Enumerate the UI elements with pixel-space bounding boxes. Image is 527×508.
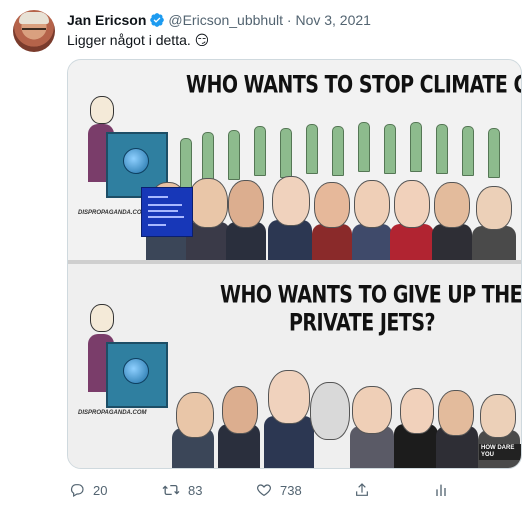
how-dare-you-badge: HOW DARE YOU (479, 444, 521, 460)
verified-badge-icon (149, 12, 165, 32)
watermark: DISPROPAGANDA.COM (78, 210, 147, 216)
raised-hand (410, 122, 422, 172)
politician-face (354, 180, 390, 228)
figure-suit (472, 226, 516, 260)
tweet-header: Jan Ericson @Ericson_ubbhult · Nov 3, 202… (67, 11, 371, 32)
figure-suit (268, 220, 312, 260)
politician-face (314, 182, 350, 228)
raised-hand (488, 128, 500, 178)
raised-hand (436, 124, 448, 174)
figure-suit (352, 224, 392, 260)
tweet-text: Ligger något i detta. 😏 (67, 32, 210, 48)
politician-face (434, 182, 470, 228)
politician-face (476, 186, 512, 230)
raised-hand (180, 138, 192, 188)
raised-hand (332, 126, 344, 176)
avatar[interactable] (13, 10, 55, 52)
laptop-screen (141, 187, 193, 237)
globe-icon (123, 148, 149, 174)
politician-face (272, 176, 310, 226)
figure-suit (312, 224, 352, 260)
tweet-media-image[interactable]: WHO WANTS TO STOP CLIMATE CHANGE? DISPRO… (67, 59, 522, 469)
globe-icon (123, 358, 149, 384)
meme-caption-bottom-line1: WHO WANTS TO GIVE UP THEIR (220, 281, 522, 309)
retweet-button[interactable]: 83 (162, 482, 202, 498)
politician-face (352, 386, 392, 434)
raised-hand (462, 126, 474, 176)
meme-caption-bottom-line2: PRIVATE JETS? (289, 309, 436, 337)
author-name[interactable]: Jan Ericson (67, 12, 146, 28)
separator: · (286, 12, 292, 28)
politician-face (480, 394, 516, 438)
politician-face (228, 180, 264, 228)
politician-face (394, 180, 430, 228)
raised-hand (254, 126, 266, 176)
like-count: 738 (280, 482, 302, 498)
watermark: DISPROPAGANDA.COM (78, 410, 147, 416)
tweet[interactable]: Jan Ericson @Ericson_ubbhult · Nov 3, 202… (0, 0, 527, 508)
reply-count: 20 (93, 482, 108, 498)
tweet-date[interactable]: Nov 3, 2021 (295, 12, 371, 28)
meme-panel-top: WHO WANTS TO STOP CLIMATE CHANGE? DISPRO… (68, 60, 521, 260)
analytics-button[interactable] (434, 482, 448, 498)
raised-hand (280, 128, 292, 178)
politician-face (222, 386, 258, 434)
raised-hand (202, 132, 214, 182)
like-icon (256, 482, 272, 498)
politician-face (438, 390, 474, 436)
politician-face (176, 392, 214, 438)
reply-button[interactable]: 20 (69, 482, 107, 498)
retweet-icon (162, 482, 180, 498)
politician-face (400, 388, 434, 434)
speaker-head (90, 96, 114, 124)
analytics-icon (434, 482, 448, 498)
raised-hand (358, 122, 370, 172)
figure-suit (432, 224, 472, 260)
raised-hand (384, 124, 396, 174)
share-icon (355, 482, 369, 498)
tweet-actions: 20 83 738 (0, 482, 527, 498)
reply-icon (69, 482, 85, 498)
meme-caption-top: WHO WANTS TO STOP CLIMATE CHANGE? (186, 71, 521, 99)
raised-hand (306, 124, 318, 174)
retweet-count: 83 (188, 482, 203, 498)
politician-face (310, 382, 350, 440)
politician-face (188, 178, 228, 228)
share-button[interactable] (355, 482, 369, 498)
raised-hand (228, 130, 240, 180)
like-button[interactable]: 738 (256, 482, 302, 498)
speaker-head (90, 304, 114, 332)
figure-suit (390, 224, 434, 260)
author-handle[interactable]: @Ericson_ubbhult (168, 12, 283, 28)
politician-face (268, 370, 310, 424)
